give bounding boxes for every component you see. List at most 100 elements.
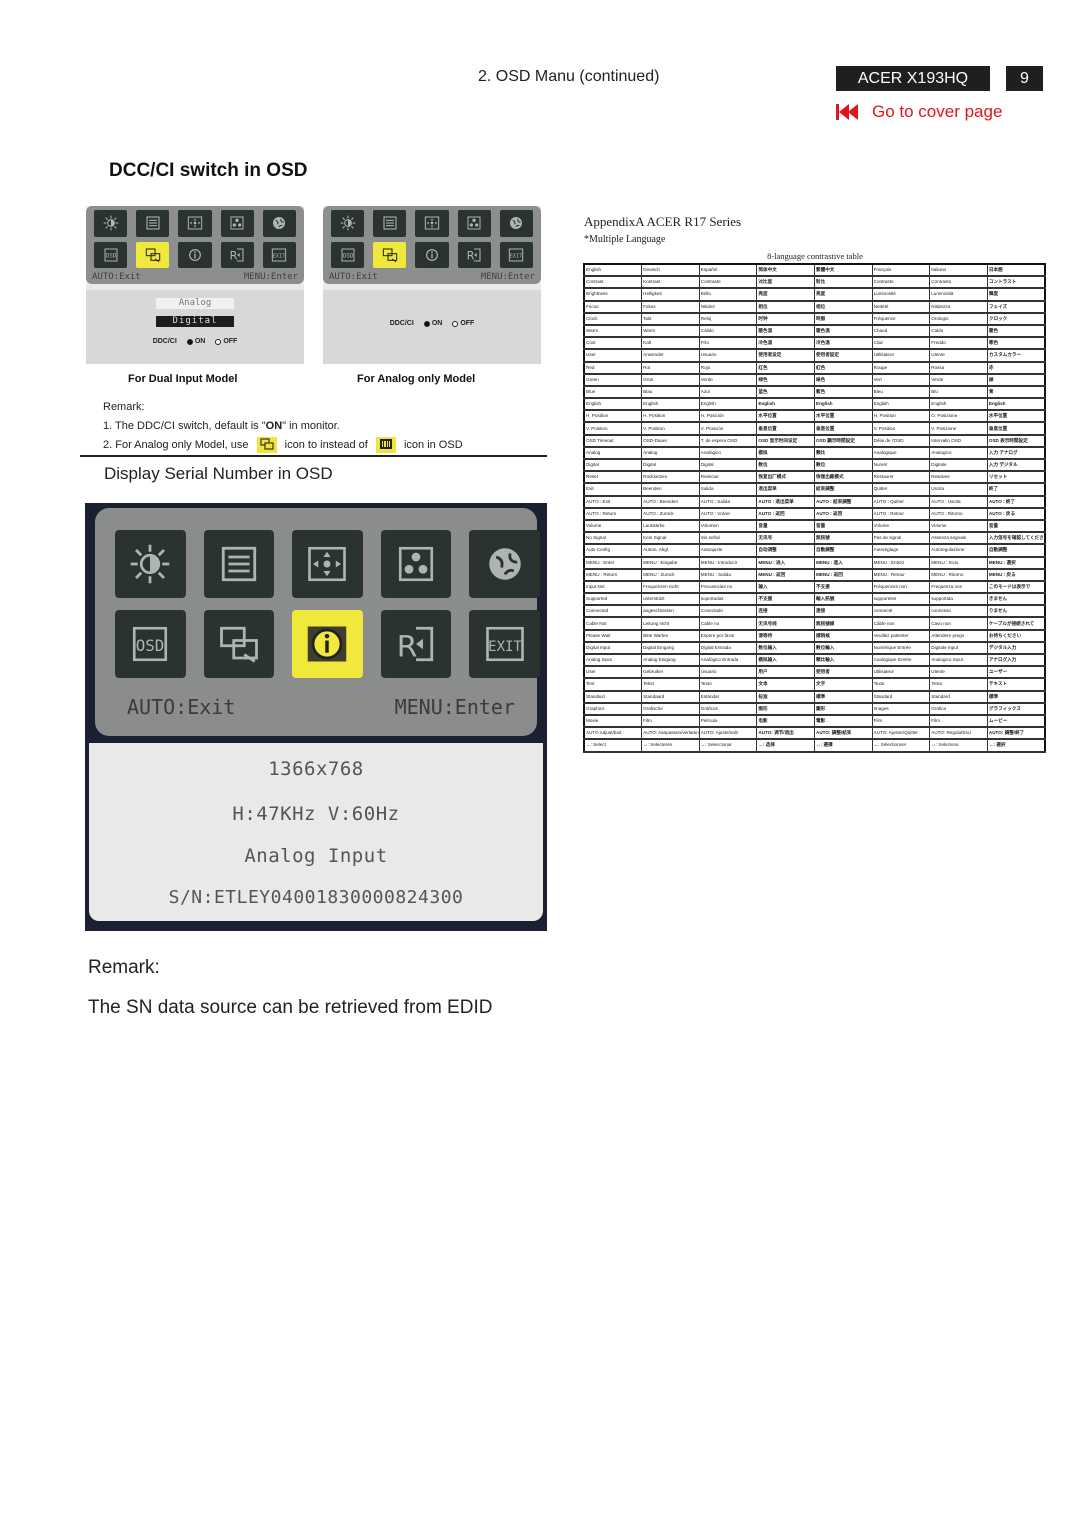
table-cell: 自動調整 <box>814 543 873 558</box>
input-select-icon <box>256 437 277 454</box>
osd-menu-tile[interactable] <box>94 210 128 237</box>
table-cell: OSD 顯示時間設定 <box>814 434 873 448</box>
osd-menu-tile[interactable]: R <box>380 610 452 678</box>
table-cell: AUTO : Beenden <box>641 495 700 509</box>
osd-menu-tile[interactable] <box>203 610 275 678</box>
osd-menu-tile[interactable] <box>415 241 449 268</box>
osd-menu-tile[interactable] <box>178 241 212 268</box>
osd-menu-tile[interactable] <box>373 241 407 268</box>
ddc-off-radio[interactable]: OFF <box>452 320 474 327</box>
off-label: OFF <box>460 320 475 327</box>
table-cell: AUTO : Zurück <box>641 507 700 521</box>
table-cell: AUTO : Volver <box>698 507 758 521</box>
analog-model-caption: For Analog only Model <box>357 373 476 385</box>
table-cell: 绿色 <box>756 373 815 387</box>
osd-menu-tile[interactable]: OSD <box>94 241 128 268</box>
table-cell: H. Posición <box>698 409 758 424</box>
table-cell: Kein Signal <box>641 531 700 546</box>
table-cell: Digital <box>583 458 643 473</box>
table-cell: Analogique Entrée <box>871 653 931 668</box>
on-label: ON <box>194 338 206 345</box>
osd-menu-tile[interactable] <box>136 241 170 268</box>
table-cell: Gebruiker <box>641 665 700 680</box>
table-row: ↔: Select ↔: Selecteren ↔: Seleccionar ↔: 选… <box>583 738 1046 753</box>
ddc-on-radio[interactable]: ON <box>186 338 206 345</box>
osd-footer: AUTO:Exit MENU:Enter <box>92 272 298 282</box>
osd-menu-tile[interactable]: EXIT <box>499 241 533 268</box>
table-cell: Nitidezza <box>929 300 988 314</box>
osd-menu-tile[interactable] <box>457 210 491 237</box>
svg-text:OSD: OSD <box>136 636 164 655</box>
table-row: V. Position V. Position V. Posición 垂直位置 垂直位… <box>583 421 1046 436</box>
osd-menu-tile[interactable] <box>178 210 212 237</box>
osd-menu-tile[interactable] <box>292 530 363 598</box>
reset-icon: R <box>466 247 482 263</box>
osd-menu-tile[interactable] <box>292 610 363 678</box>
osd-menu-tile[interactable] <box>203 530 275 598</box>
ddc-ci-label: DDC/CI <box>389 320 414 327</box>
input-option-analog[interactable]: Analog <box>156 298 234 309</box>
table-cell: Nitidez <box>698 300 758 314</box>
table-row: User Anwender Usuario 使用者设定 使用者設定 Utilisateur… <box>583 348 1046 363</box>
osd-menu-tile[interactable] <box>499 210 533 237</box>
osd-menu-tile[interactable] <box>469 530 540 598</box>
table-cell: Analog Input <box>583 653 643 668</box>
table-cell: 時脈 <box>814 312 873 326</box>
table-cell: 連接 <box>814 604 873 619</box>
table-cell: Movie <box>583 714 643 729</box>
osd-menu-tile[interactable] <box>331 210 365 237</box>
table-cell: Grafica <box>929 702 988 716</box>
table-cell: Tekst <box>641 677 700 692</box>
osd-menu-tile[interactable] <box>373 210 407 237</box>
table-cell: Numérique Entrée <box>871 641 931 656</box>
table-cell: Attendere prego <box>929 629 988 643</box>
table-cell: 入力 デジタル <box>986 458 1046 473</box>
brightness-icon <box>340 215 356 231</box>
table-cell: OSD-Dauer <box>641 434 700 448</box>
table-cell: Pas de signal <box>871 531 931 546</box>
table-cell: 自动调整 <box>756 543 815 558</box>
dual-model-caption: For Dual Input Model <box>128 373 238 385</box>
table-cell: English <box>698 397 758 412</box>
table-cell: 標準 <box>814 690 873 704</box>
osd-menu-tile[interactable]: R <box>457 241 491 268</box>
table-cell: Blu <box>929 385 988 400</box>
table-cell: 恢复出厂模式 <box>756 470 815 485</box>
osd-menu-tile[interactable] <box>380 530 452 598</box>
input-option-digital[interactable]: Digital <box>156 316 234 327</box>
table-cell: ↔: Sélectionner <box>871 738 931 753</box>
osd-menu-tile[interactable] <box>262 210 296 237</box>
osd-menu-tile[interactable] <box>415 210 449 237</box>
go-to-cover-link[interactable]: Go to cover page <box>836 102 1002 122</box>
osd-analog-only: OSD R EXIT AUTO:Exit MENU:Enter DDC/CI ON … <box>323 206 541 364</box>
on-label: ON <box>431 320 443 327</box>
osd-menu-tile[interactable]: OSD <box>115 610 186 678</box>
table-cell: Veuillez patienter <box>871 629 931 643</box>
color-icon <box>229 215 245 231</box>
table-cell: Focus <box>583 300 643 314</box>
osd-menu-tile[interactable] <box>136 210 170 237</box>
table-cell: Salida <box>698 482 758 497</box>
table-cell: Grafische <box>641 702 700 716</box>
table-cell: 青 <box>986 385 1046 400</box>
ddc-off-radio[interactable]: OFF <box>215 338 237 345</box>
osd-menu-tile[interactable]: EXIT <box>262 241 296 268</box>
table-cell: Frequenza non <box>929 580 988 595</box>
ddc-on-radio[interactable]: ON <box>423 320 443 327</box>
table-cell: Film <box>641 714 700 729</box>
osd-menu-tile[interactable] <box>115 530 186 598</box>
barcode-icon <box>375 437 396 454</box>
osd-menu-tile[interactable]: EXIT <box>469 610 540 678</box>
reset-icon: R <box>395 623 437 665</box>
table-cell: Standard <box>583 690 643 704</box>
table-row: Focus Fokus Nitidez 相位 相位 Netteté Nitidezza フェイ… <box>583 300 1046 314</box>
table-row: Standard Standaard Estándar 标准 標準 Standard Sta… <box>583 690 1046 704</box>
osd-menu-tile[interactable]: R <box>220 241 254 268</box>
table-cell: Frío <box>698 336 758 351</box>
table-cell: Netteté <box>871 300 931 314</box>
table-cell: 終了 <box>986 482 1046 497</box>
table-cell: 輸入訊號 <box>814 592 873 607</box>
table-cell: ↔: 选择 <box>756 738 815 753</box>
osd-menu-tile[interactable] <box>220 210 254 237</box>
osd-menu-tile[interactable]: OSD <box>331 241 365 268</box>
